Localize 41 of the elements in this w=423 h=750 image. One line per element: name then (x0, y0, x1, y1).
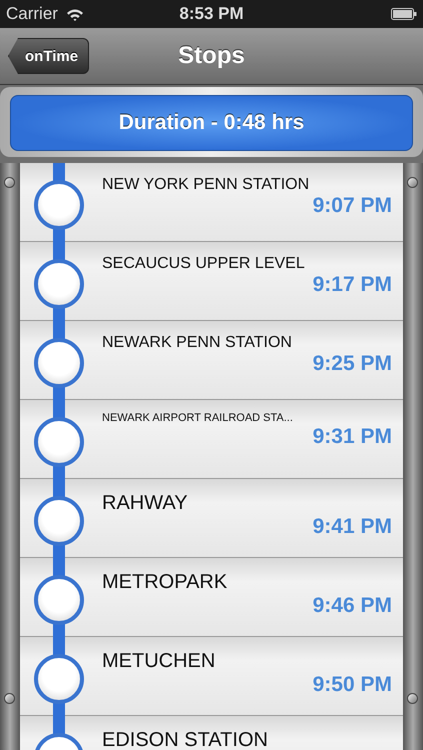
stop-row[interactable]: RAHWAY 9:41 PM (20, 479, 403, 558)
stop-time: 9:31 PM (312, 425, 392, 450)
stop-time: 9:17 PM (312, 273, 392, 298)
stop-node-icon (34, 496, 84, 546)
battery-icon (391, 8, 417, 20)
back-button[interactable]: onTime (8, 38, 90, 74)
stop-row[interactable]: NEWARK PENN STATION 9:25 PM (20, 321, 403, 400)
stop-node-icon (34, 575, 84, 625)
screw-icon (4, 693, 15, 704)
stop-name: NEW YORK PENN STATION (102, 175, 310, 194)
stop-node-icon (34, 259, 84, 309)
stop-name: NEWARK AIRPORT RAILROAD STA... (102, 412, 294, 426)
screen-title: Stops (178, 42, 245, 70)
stop-name: METROPARK (102, 570, 228, 594)
stop-name: METUCHEN (102, 649, 216, 673)
carrier-label: Carrier (6, 4, 58, 24)
stop-row[interactable]: NEW YORK PENN STATION 9:07 PM (20, 163, 403, 242)
stop-time: 9:07 PM (312, 194, 392, 218)
stop-time: 9:46 PM (312, 594, 392, 618)
stop-name: NEWARK PENN STATION (102, 333, 293, 352)
stop-row[interactable]: SECAUCUS UPPER LEVEL 9:17 PM (20, 242, 403, 321)
wifi-icon (66, 8, 84, 20)
stop-row[interactable]: METUCHEN 9:50 PM (20, 637, 403, 716)
screw-icon (4, 177, 15, 188)
stop-name: RAHWAY (102, 491, 189, 515)
screw-icon (407, 177, 418, 188)
screw-icon (407, 693, 418, 704)
stop-node-icon (34, 417, 84, 467)
stop-node-icon (34, 654, 84, 704)
stop-row[interactable]: METROPARK 9:46 PM (20, 558, 403, 637)
stop-row[interactable]: NEWARK AIRPORT RAILROAD STA... 9:31 PM (20, 400, 403, 479)
stop-time: 9:25 PM (312, 352, 392, 376)
stop-time: 9:50 PM (312, 673, 392, 697)
stop-node-icon (34, 338, 84, 388)
duration-banner: Duration - 0:48 hrs (10, 95, 413, 151)
stop-time: 9:41 PM (312, 515, 392, 539)
status-time: 8:53 PM (179, 4, 244, 24)
stop-name: SECAUCUS UPPER LEVEL (102, 254, 306, 274)
stop-row[interactable]: EDISON STATION (20, 716, 403, 750)
stop-name: EDISON STATION (102, 728, 269, 750)
stop-node-icon (34, 180, 84, 230)
